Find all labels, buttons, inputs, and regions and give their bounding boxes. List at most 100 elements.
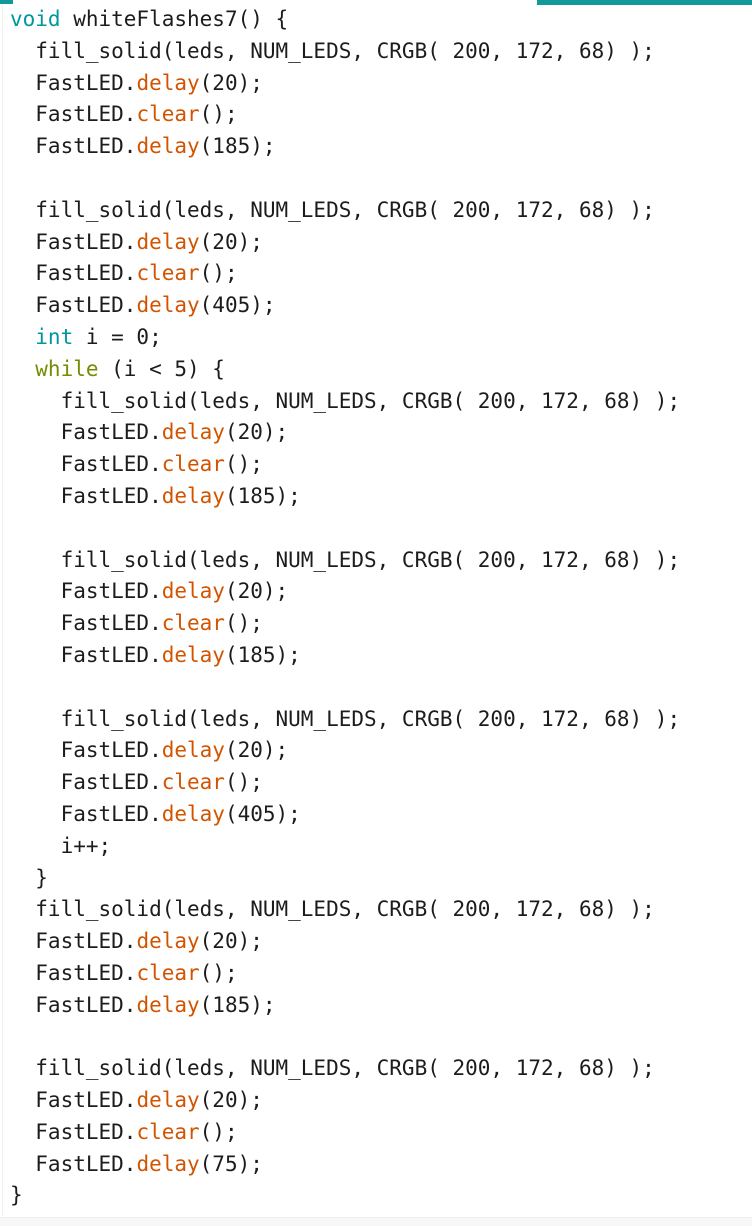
code-token-plain: FastLED. <box>10 1088 137 1113</box>
code-token-keyword: void <box>10 7 61 31</box>
code-token-function: clear <box>161 770 225 795</box>
code-token-plain: FastLED. <box>10 293 137 318</box>
code-line[interactable]: int i = 0; <box>0 322 752 354</box>
code-line-blank[interactable] <box>0 1022 752 1054</box>
code-line[interactable]: FastLED.delay(20); <box>0 926 752 958</box>
code-token-plain: FastLED. <box>10 1151 137 1176</box>
code-token-function: clear <box>136 102 200 127</box>
code-token-plain: fill_solid(leds, NUM_LEDS, CRGB( 200, 17… <box>10 706 681 731</box>
code-token-plain: FastLED. <box>10 229 137 254</box>
code-line[interactable]: FastLED.delay(185); <box>0 131 752 163</box>
code-line[interactable]: FastLED.delay(20); <box>0 227 752 259</box>
code-line[interactable]: } <box>0 863 752 895</box>
code-line[interactable]: FastLED.delay(20); <box>0 735 752 767</box>
code-line[interactable]: FastLED.delay(75); <box>0 1149 752 1181</box>
code-token-plain: (185); <box>224 642 301 667</box>
code-text-area[interactable]: void whiteFlashes7() { fill_solid(leds, … <box>0 0 752 1212</box>
code-token-plain: fill_solid(leds, NUM_LEDS, CRGB( 200, 17… <box>10 1056 655 1081</box>
code-token-plain: (20); <box>199 1088 263 1113</box>
code-line[interactable]: FastLED.clear(); <box>0 258 752 290</box>
code-line[interactable]: FastLED.delay(20); <box>0 417 752 449</box>
code-token-plain: fill_solid(leds, NUM_LEDS, CRGB( 200, 17… <box>10 197 655 222</box>
code-line[interactable]: FastLED.clear(); <box>0 449 752 481</box>
code-line[interactable]: FastLED.clear(); <box>0 958 752 990</box>
code-line[interactable]: fill_solid(leds, NUM_LEDS, CRGB( 200, 17… <box>0 195 752 227</box>
code-token-function: clear <box>136 960 200 985</box>
code-line[interactable]: } <box>0 1180 752 1212</box>
code-line[interactable]: FastLED.delay(405); <box>0 290 752 322</box>
code-token-plain: FastLED. <box>10 102 137 127</box>
code-line[interactable]: fill_solid(leds, NUM_LEDS, CRGB( 200, 17… <box>0 36 752 68</box>
code-line[interactable]: FastLED.delay(20); <box>0 576 752 608</box>
code-token-plain: (); <box>199 102 238 127</box>
code-token-function: delay <box>136 1088 200 1113</box>
code-line[interactable]: FastLED.delay(20); <box>0 1085 752 1117</box>
code-token-plain: (405); <box>199 293 276 318</box>
code-token-function: delay <box>136 929 200 954</box>
code-line[interactable]: FastLED.delay(185); <box>0 990 752 1022</box>
code-token-plain: (i < 5) { <box>98 356 225 381</box>
editor-bottom-strip <box>0 1217 752 1226</box>
code-token-function: delay <box>136 293 200 318</box>
code-line[interactable]: fill_solid(leds, NUM_LEDS, CRGB( 200, 17… <box>0 386 752 418</box>
code-line[interactable]: fill_solid(leds, NUM_LEDS, CRGB( 200, 17… <box>0 545 752 577</box>
code-token-function: delay <box>161 738 225 763</box>
code-token-plain: (20); <box>199 229 263 254</box>
code-token-plain: FastLED. <box>10 642 162 667</box>
code-token-function: delay <box>136 70 200 95</box>
code-line-blank[interactable] <box>0 513 752 545</box>
code-token-function: delay <box>161 483 225 508</box>
code-token-plain: FastLED. <box>10 261 137 286</box>
code-token-plain: (185); <box>199 134 276 159</box>
code-token-function: delay <box>136 1151 200 1176</box>
code-line[interactable]: FastLED.delay(185); <box>0 640 752 672</box>
code-token-plain: i = 0; <box>73 324 162 349</box>
code-token-plain: (20); <box>224 579 289 604</box>
code-token-plain: FastLED. <box>10 992 137 1017</box>
code-line[interactable]: fill_solid(leds, NUM_LEDS, CRGB( 200, 17… <box>0 1053 752 1085</box>
code-token-plain: FastLED. <box>10 611 162 636</box>
code-line[interactable]: FastLED.clear(); <box>0 608 752 640</box>
code-token-function: delay <box>136 229 200 254</box>
code-token-plain: FastLED. <box>10 960 137 985</box>
code-token-plain: FastLED. <box>10 579 162 604</box>
code-token-plain: (); <box>199 1119 238 1144</box>
code-token-plain: fill_solid(leds, NUM_LEDS, CRGB( 200, 17… <box>10 388 681 413</box>
code-token-plain: (20); <box>224 420 289 445</box>
code-token-plain: (20); <box>199 70 263 95</box>
code-token-function: delay <box>136 992 200 1017</box>
code-line[interactable]: FastLED.clear(); <box>0 1117 752 1149</box>
code-token-function: delay <box>161 420 225 445</box>
code-token-plain: (75); <box>199 1151 263 1176</box>
code-token-plain: (); <box>224 452 263 477</box>
code-token-plain: (); <box>224 611 263 636</box>
code-token-function: clear <box>136 1119 200 1144</box>
code-token-plain: (20); <box>199 929 263 954</box>
code-line[interactable]: i++; <box>0 831 752 863</box>
code-token-control: while <box>10 356 99 381</box>
code-line[interactable]: fill_solid(leds, NUM_LEDS, CRGB( 200, 17… <box>0 894 752 926</box>
code-line[interactable]: FastLED.clear(); <box>0 99 752 131</box>
code-line[interactable]: FastLED.delay(405); <box>0 799 752 831</box>
code-token-keyword: int <box>10 324 74 349</box>
code-line[interactable]: FastLED.clear(); <box>0 767 752 799</box>
code-line[interactable]: fill_solid(leds, NUM_LEDS, CRGB( 200, 17… <box>0 704 752 736</box>
code-token-plain: i++; <box>10 833 112 858</box>
code-token-plain: (); <box>199 960 238 985</box>
code-token-function: clear <box>161 611 225 636</box>
code-line[interactable]: FastLED.delay(20); <box>0 68 752 100</box>
code-line-blank[interactable] <box>0 163 752 195</box>
code-line[interactable]: FastLED.delay(185); <box>0 481 752 513</box>
code-line-blank[interactable] <box>0 672 752 704</box>
code-token-plain: (185); <box>199 992 276 1017</box>
code-token-function: delay <box>161 642 225 667</box>
code-token-plain: FastLED. <box>10 1119 137 1144</box>
code-token-function: clear <box>136 261 200 286</box>
code-token-plain: FastLED. <box>10 420 162 445</box>
code-line[interactable]: void whiteFlashes7() { <box>0 4 752 36</box>
code-line[interactable]: while (i < 5) { <box>0 354 752 386</box>
code-token-function: delay <box>161 801 225 826</box>
code-token-plain: fill_solid(leds, NUM_LEDS, CRGB( 200, 17… <box>10 897 655 922</box>
code-token-plain: (); <box>224 770 263 795</box>
code-token-plain: (20); <box>224 738 289 763</box>
